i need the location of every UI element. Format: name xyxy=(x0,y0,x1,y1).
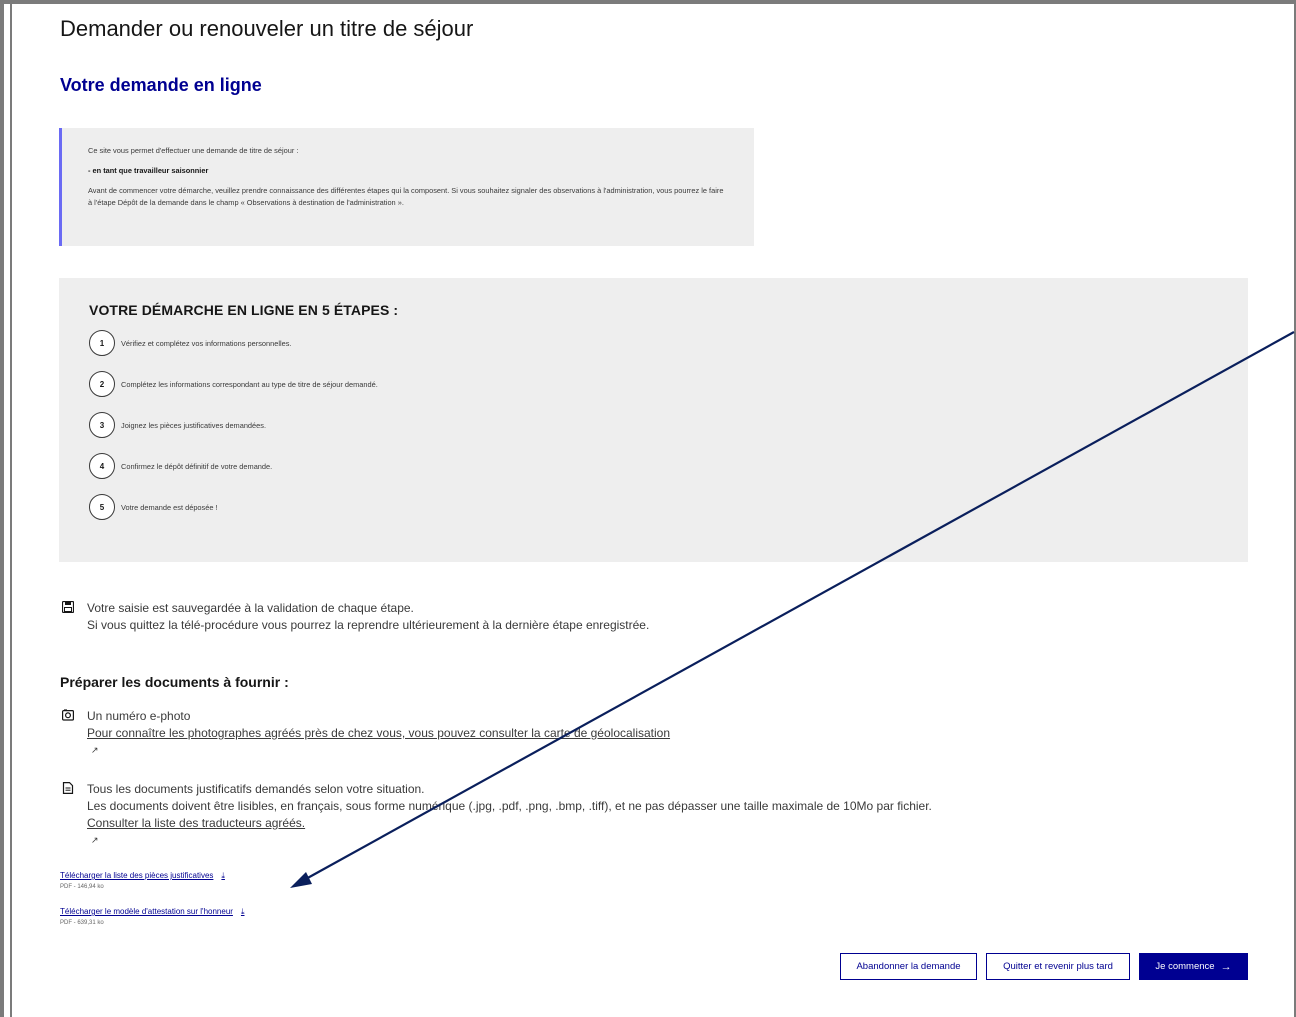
justificatifs-line2: Les documents doivent être lisibles, en … xyxy=(87,799,932,813)
steps-title: VOTRE DÉMARCHE EN LIGNE EN 5 ÉTAPES : xyxy=(89,302,399,318)
photo-requirement: Un numéro e-photo Pour connaître les pho… xyxy=(62,708,862,755)
step-number-badge: 2 xyxy=(89,371,115,397)
step-number-badge: 5 xyxy=(89,494,115,520)
step-item: 3 Joignez les pièces justificatives dema… xyxy=(89,412,1248,438)
step-item: 1 Vérifiez et complétez vos informations… xyxy=(89,330,1248,356)
save-info-line2: Si vous quittez la télé-procédure vous p… xyxy=(87,618,650,632)
download-label: Télécharger la liste des pièces justific… xyxy=(60,871,214,880)
notice-intro: Ce site vous permet d'effectuer une dema… xyxy=(88,146,299,155)
download-meta: PDF - 146,94 ko xyxy=(60,884,104,890)
download-label: Télécharger le modèle d'attestation sur … xyxy=(60,907,233,916)
start-button[interactable]: Je commence → xyxy=(1139,953,1248,980)
arrow-right-icon: → xyxy=(1220,960,1232,973)
save-info: Votre saisie est sauvegardée à la valida… xyxy=(62,600,862,636)
step-number-badge: 4 xyxy=(89,453,115,479)
external-link-icon: ↗ xyxy=(91,835,99,845)
steps-list: 1 Vérifiez et complétez vos informations… xyxy=(89,330,1248,520)
frame-divider xyxy=(10,4,12,1017)
justificatifs-requirement: Tous les documents justificatifs demandé… xyxy=(62,781,1062,845)
download-meta: PDF - 639,31 ko xyxy=(60,920,104,926)
download-icon: ⤓ xyxy=(221,871,225,880)
step-text: Complétez les informations correspondant… xyxy=(121,379,378,389)
quit-later-button[interactable]: Quitter et revenir plus tard xyxy=(986,953,1130,980)
notice-callout: Ce site vous permet d'effectuer une dema… xyxy=(59,128,754,246)
camera-icon xyxy=(62,709,74,721)
step-text: Vérifiez et complétez vos informations p… xyxy=(121,338,292,348)
section-title: Votre demande en ligne xyxy=(60,75,262,95)
step-text: Confirmez le dépôt définitif de votre de… xyxy=(121,461,273,471)
geolocation-map-link-label: Pour connaître les photographes agréés p… xyxy=(87,726,671,740)
step-number-badge: 1 xyxy=(89,330,115,356)
page-title: Demander ou renouveler un titre de séjou… xyxy=(60,16,474,41)
download-item: Télécharger la liste des pièces justific… xyxy=(60,871,225,890)
save-info-line1: Votre saisie est sauvegardée à la valida… xyxy=(87,601,414,615)
step-item: 4 Confirmez le dépôt définitif de votre … xyxy=(89,453,1248,479)
translators-list-link[interactable]: Consulter la liste des traducteurs agréé… xyxy=(87,816,305,830)
notice-category: - en tant que travailleur saisonnier xyxy=(88,165,209,175)
download-justificatifs-link[interactable]: Télécharger la liste des pièces justific… xyxy=(60,871,225,881)
save-icon xyxy=(62,601,74,613)
step-text: Votre demande est déposée ! xyxy=(121,502,218,512)
steps-panel: VOTRE DÉMARCHE EN LIGNE EN 5 ÉTAPES : 1 … xyxy=(59,278,1248,562)
download-item: Télécharger le modèle d'attestation sur … xyxy=(60,907,244,926)
abandon-button[interactable]: Abandonner la demande xyxy=(840,953,977,980)
external-link-icon: ↗ xyxy=(91,745,99,755)
step-text: Joignez les pièces justificatives demand… xyxy=(121,420,267,430)
start-button-label: Je commence xyxy=(1155,961,1215,972)
step-number-badge: 3 xyxy=(89,412,115,438)
step-item: 2 Complétez les informations corresponda… xyxy=(89,371,1248,397)
document-icon xyxy=(62,782,74,794)
download-attestation-link[interactable]: Télécharger le modèle d'attestation sur … xyxy=(60,907,244,917)
download-icon: ⤓ xyxy=(240,907,245,916)
translators-list-link-label: Consulter la liste des traducteurs agréé… xyxy=(87,816,306,830)
step-item: 5 Votre demande est déposée ! xyxy=(89,494,1248,520)
photo-label: Un numéro e-photo xyxy=(87,709,191,723)
notice-text: Avant de commencer votre démarche, veuil… xyxy=(88,186,724,207)
justificatifs-line1: Tous les documents justificatifs demandé… xyxy=(87,782,425,796)
geolocation-map-link[interactable]: Pour connaître les photographes agréés p… xyxy=(87,726,670,740)
documents-title: Préparer les documents à fournir : xyxy=(60,674,289,690)
